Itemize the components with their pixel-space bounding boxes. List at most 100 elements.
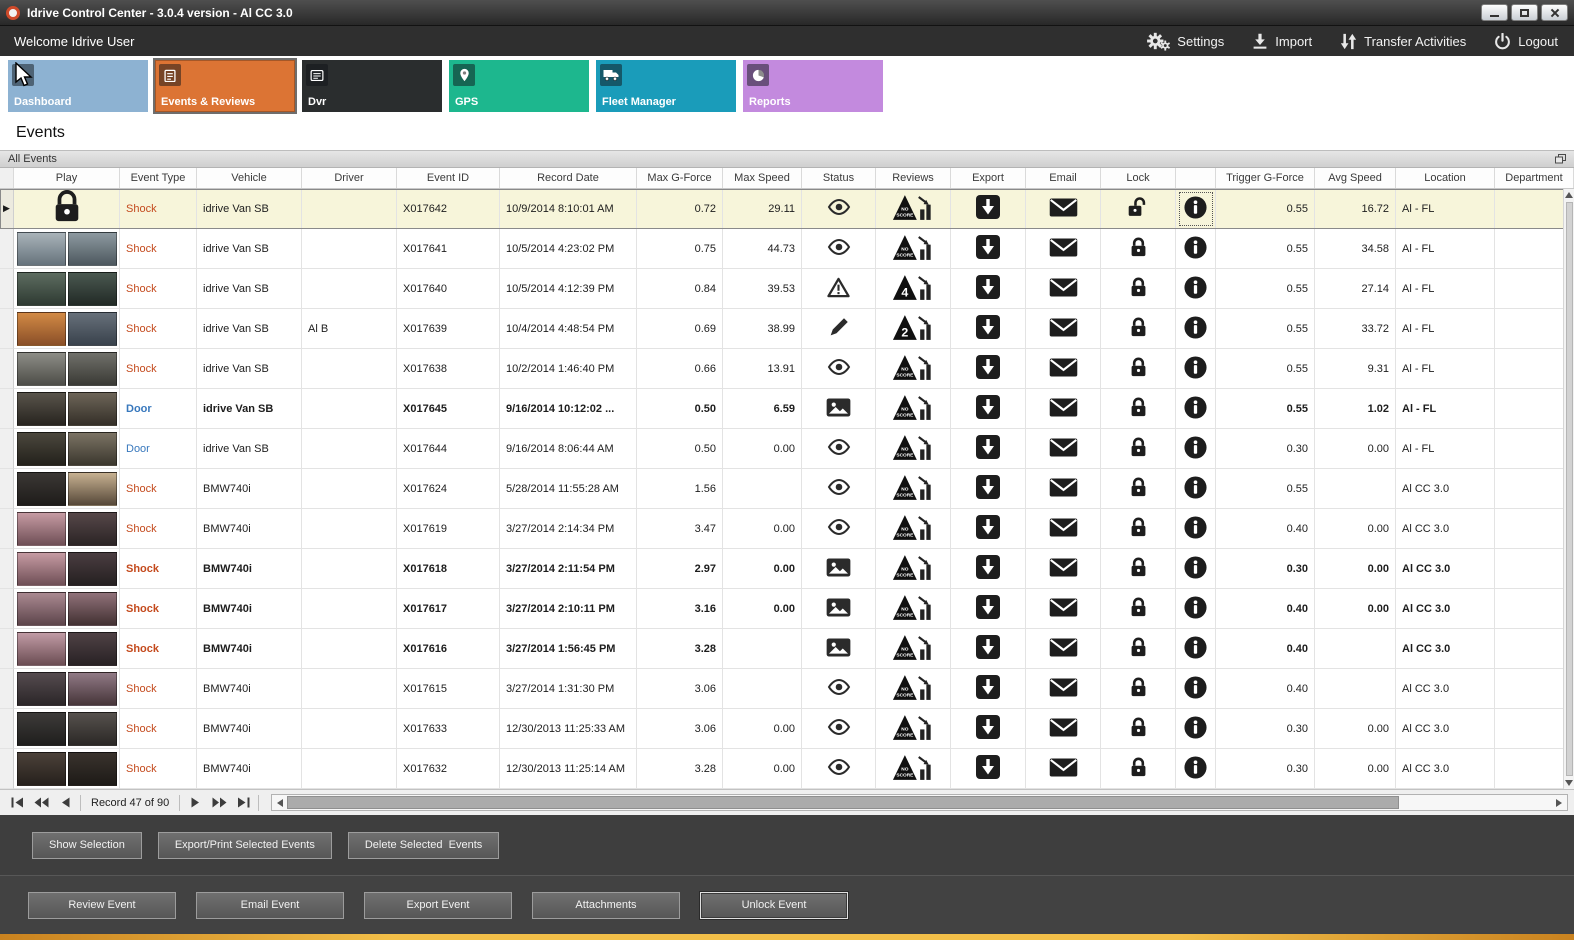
column-header-email[interactable]: Email — [1026, 168, 1101, 188]
email-icon[interactable] — [1049, 477, 1078, 500]
email-cell[interactable] — [1026, 429, 1101, 469]
info-icon[interactable] — [1183, 555, 1208, 583]
email-cell[interactable] — [1026, 509, 1101, 549]
vertical-scroll-thumb[interactable] — [1565, 202, 1573, 776]
info-icon[interactable] — [1183, 235, 1208, 263]
event-row[interactable]: Shock idrive Van SB Al B X017639 10/4/2014 4… — [0, 309, 1574, 349]
attachments-button[interactable]: Attachments — [532, 891, 680, 919]
horizontal-scroll-thumb[interactable] — [287, 796, 1400, 809]
logout-button[interactable]: Logout — [1494, 32, 1558, 50]
lock-icon[interactable] — [1129, 556, 1148, 581]
play-cell[interactable] — [14, 269, 120, 309]
review-score-icon[interactable]: NO SCORE — [892, 713, 934, 745]
play-cell[interactable] — [14, 229, 120, 269]
export-icon[interactable] — [975, 634, 1001, 663]
export-cell[interactable] — [951, 189, 1026, 229]
info-cell[interactable] — [1176, 709, 1216, 749]
settings-button[interactable]: Settings — [1146, 31, 1224, 51]
event-row[interactable]: Shock idrive Van SB X017640 10/5/2014 4:12:… — [0, 269, 1574, 309]
lock-cell[interactable] — [1101, 589, 1176, 629]
info-icon[interactable] — [1183, 195, 1208, 223]
reviews-cell[interactable]: NO SCORE — [876, 189, 951, 229]
minimize-button[interactable] — [1481, 4, 1508, 21]
scroll-right-icon[interactable] — [1552, 798, 1566, 807]
next-page-button[interactable] — [208, 793, 230, 813]
maximize-button[interactable] — [1511, 4, 1538, 21]
event-row[interactable]: Door idrive Van SB X017644 9/16/2014 8:06:4… — [0, 429, 1574, 469]
import-button[interactable]: Import — [1252, 33, 1312, 49]
lock-icon[interactable] — [1129, 676, 1148, 701]
export-cell[interactable] — [951, 549, 1026, 589]
email-cell[interactable] — [1026, 749, 1101, 789]
email-cell[interactable] — [1026, 629, 1101, 669]
export-icon[interactable] — [975, 474, 1001, 503]
review-score-icon[interactable]: NO SCORE — [892, 393, 934, 425]
column-header-location[interactable]: Location — [1396, 168, 1495, 188]
lock-icon[interactable] — [1129, 356, 1148, 381]
reviews-cell[interactable]: NO SCORE — [876, 749, 951, 789]
email-cell[interactable] — [1026, 589, 1101, 629]
export-icon[interactable] — [975, 314, 1001, 343]
export-icon[interactable] — [975, 234, 1001, 263]
info-icon[interactable] — [1183, 275, 1208, 303]
lock-cell[interactable] — [1101, 509, 1176, 549]
lock-cell[interactable] — [1101, 269, 1176, 309]
column-header-department[interactable]: Department — [1495, 168, 1574, 188]
review-score-icon[interactable]: NO SCORE — [892, 553, 934, 585]
column-header-record_date[interactable]: Record Date — [500, 168, 637, 188]
row-selector[interactable] — [0, 549, 14, 589]
email-icon[interactable] — [1049, 517, 1078, 540]
row-selector[interactable] — [0, 749, 14, 789]
reviews-cell[interactable]: NO SCORE — [876, 629, 951, 669]
lock-icon[interactable] — [1129, 516, 1148, 541]
lock-icon[interactable] — [1129, 476, 1148, 501]
column-header-lock[interactable]: Lock — [1101, 168, 1176, 188]
info-cell[interactable] — [1176, 269, 1216, 309]
lock-cell[interactable] — [1101, 749, 1176, 789]
video-thumbnail[interactable] — [16, 311, 117, 346]
reviews-cell[interactable]: NO SCORE — [876, 389, 951, 429]
lock-cell[interactable] — [1101, 469, 1176, 509]
row-selector[interactable] — [0, 229, 14, 269]
lock-icon[interactable] — [1129, 636, 1148, 661]
play-cell[interactable] — [14, 389, 120, 429]
scroll-up-icon[interactable] — [1565, 192, 1573, 198]
email-icon[interactable] — [1049, 357, 1078, 380]
scroll-left-icon[interactable] — [273, 798, 287, 807]
info-icon[interactable] — [1183, 475, 1208, 503]
play-cell[interactable] — [14, 349, 120, 389]
export-cell[interactable] — [951, 229, 1026, 269]
export-cell[interactable] — [951, 509, 1026, 549]
column-header-avg_speed[interactable]: Avg Speed — [1315, 168, 1396, 188]
review-score-icon[interactable]: NO SCORE — [892, 633, 934, 665]
column-header-driver[interactable]: Driver — [302, 168, 397, 188]
play-cell[interactable] — [14, 709, 120, 749]
row-selector[interactable] — [0, 269, 14, 309]
last-record-button[interactable] — [232, 793, 254, 813]
email-icon[interactable] — [1049, 597, 1078, 620]
info-cell[interactable] — [1176, 589, 1216, 629]
previous-page-button[interactable] — [30, 793, 52, 813]
event-row[interactable]: Shock BMW740i X017617 3/27/2014 2:10:11 PM 3… — [0, 589, 1574, 629]
lock-cell[interactable] — [1101, 389, 1176, 429]
column-header-reviews[interactable]: Reviews — [876, 168, 951, 188]
play-cell[interactable] — [14, 749, 120, 789]
play-cell[interactable] — [14, 549, 120, 589]
info-icon[interactable] — [1183, 435, 1208, 463]
reviews-cell[interactable]: NO SCORE — [876, 509, 951, 549]
review-score-icon[interactable]: NO SCORE — [892, 473, 934, 505]
email-cell[interactable] — [1026, 189, 1101, 229]
export-icon[interactable] — [975, 554, 1001, 583]
review-score-icon[interactable]: 4 — [892, 273, 934, 305]
column-header-max_g[interactable]: Max G-Force — [637, 168, 723, 188]
info-cell[interactable] — [1176, 189, 1216, 229]
video-thumbnail[interactable] — [16, 751, 117, 786]
info-cell[interactable] — [1176, 509, 1216, 549]
review-score-icon[interactable]: NO SCORE — [892, 353, 934, 385]
row-selector[interactable] — [0, 389, 14, 429]
lock-icon[interactable] — [1129, 396, 1148, 421]
event-row[interactable]: Shock idrive Van SB X017638 10/2/2014 1:46:… — [0, 349, 1574, 389]
info-icon[interactable] — [1183, 315, 1208, 343]
row-selector[interactable] — [0, 589, 14, 629]
export-cell[interactable] — [951, 389, 1026, 429]
